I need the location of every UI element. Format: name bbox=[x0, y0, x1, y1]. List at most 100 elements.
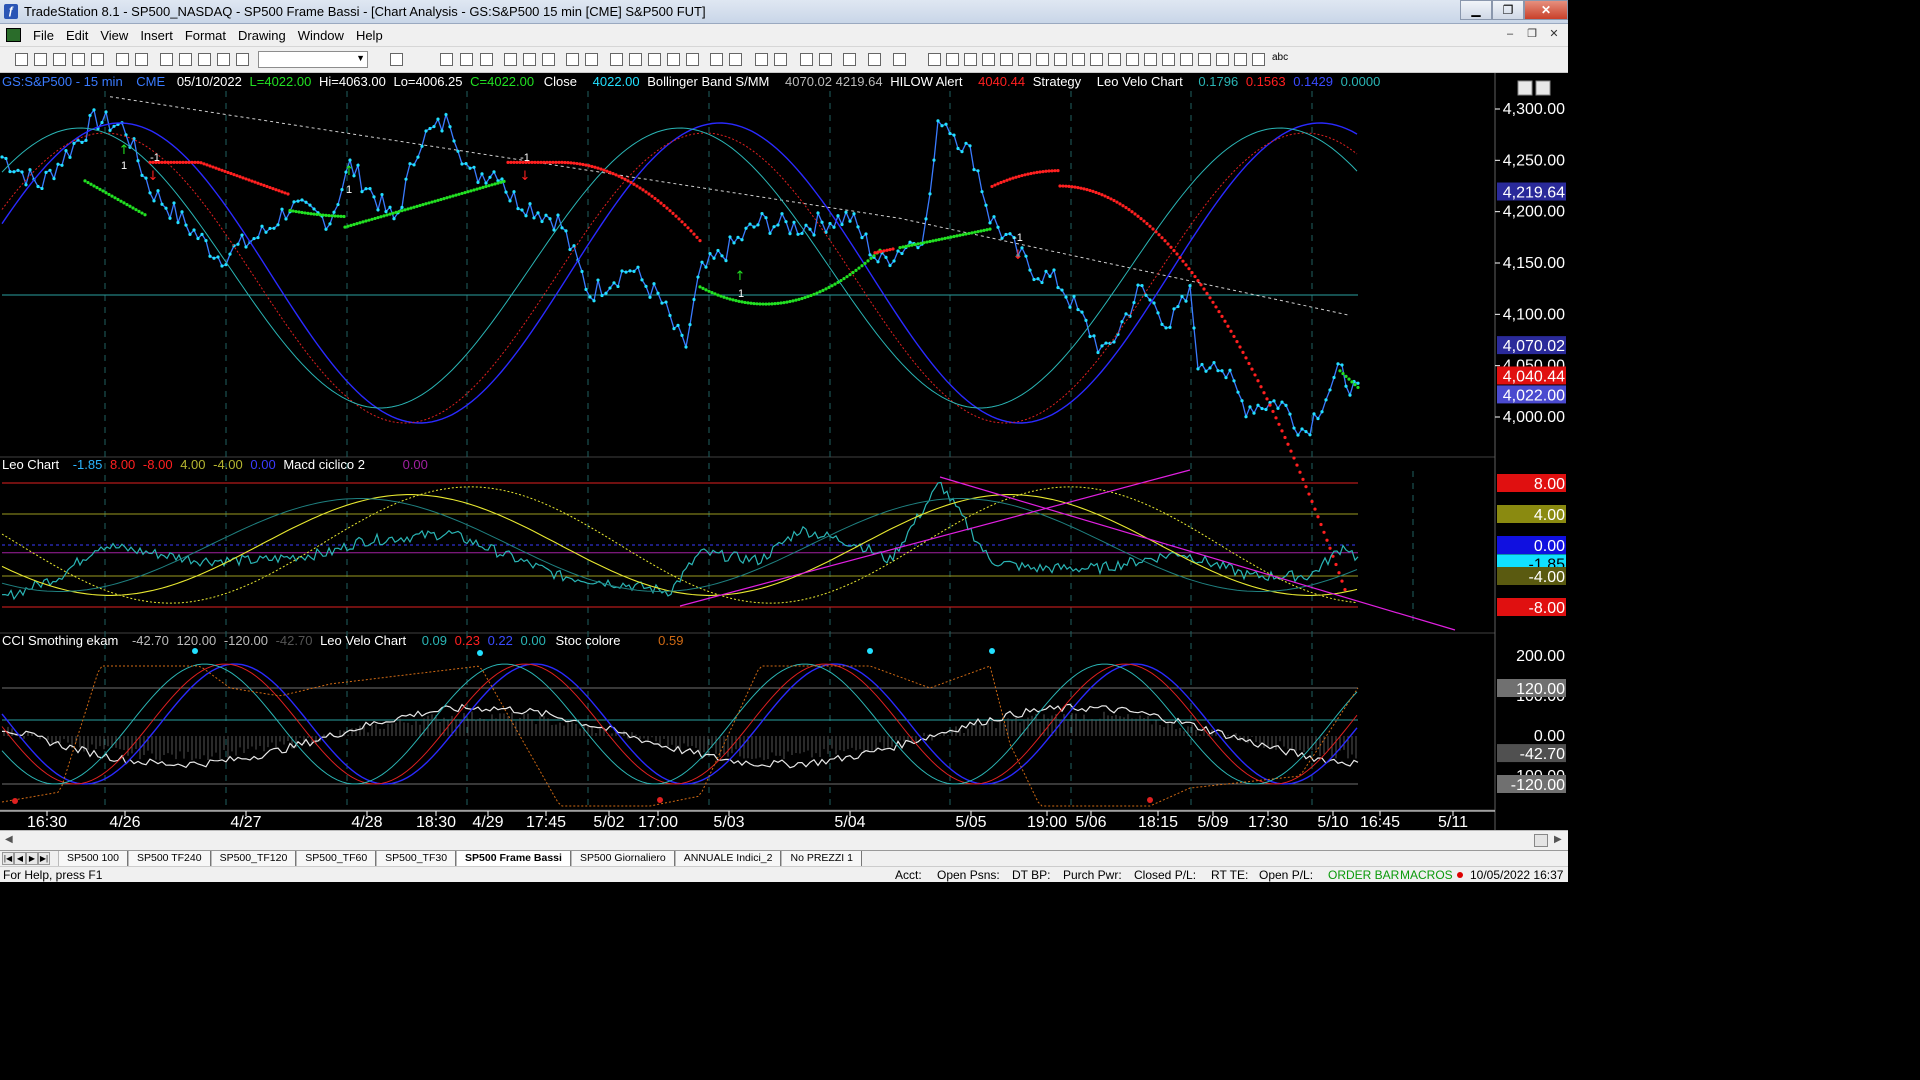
print-preview-icon[interactable] bbox=[135, 53, 148, 66]
chart-analysis-icon[interactable] bbox=[440, 53, 453, 66]
tracking-icon[interactable] bbox=[686, 53, 699, 66]
speed-lines-icon[interactable] bbox=[1018, 53, 1031, 66]
minimize-button[interactable]: ▁ bbox=[1460, 0, 1492, 20]
menu-view[interactable]: View bbox=[94, 27, 134, 44]
macros-icon[interactable] bbox=[236, 53, 249, 66]
chart-scrollbar[interactable]: ◀ ▶ bbox=[0, 830, 1568, 850]
order-bar-button[interactable]: ORDER BAR bbox=[1328, 868, 1399, 882]
symbol-combo[interactable]: ▼ bbox=[258, 51, 368, 68]
menu-edit[interactable]: Edit bbox=[60, 27, 94, 44]
zoom-out-icon[interactable] bbox=[774, 53, 787, 66]
scroll-left-icon[interactable] bbox=[710, 53, 723, 66]
chart-analysis-window[interactable]: ↑ ↑ ↑ ↓ ↓ ↓ 1 1 1 -1 -1 -1 4,300.00 4,250.00 4,200.00 4… bbox=[0, 73, 1568, 830]
insert-strategy-icon[interactable] bbox=[629, 53, 642, 66]
fib-arcs-icon[interactable] bbox=[1126, 53, 1139, 66]
bar-type-icon[interactable] bbox=[648, 53, 661, 66]
text-tool-label[interactable]: abc bbox=[1272, 52, 1288, 63]
menu-file[interactable]: File bbox=[27, 27, 60, 44]
copy-icon[interactable] bbox=[72, 53, 85, 66]
tab-sp500-tf60[interactable]: SP500_TF60 bbox=[296, 851, 377, 866]
chart-canvas[interactable]: ↑ ↑ ↑ ↓ ↓ ↓ 1 1 1 -1 -1 -1 4,300.00 4,250.00 4,200.00 4… bbox=[0, 73, 1568, 830]
andrews-pitchfork-icon[interactable] bbox=[1036, 53, 1049, 66]
horizontal-line-icon[interactable] bbox=[964, 53, 977, 66]
new-icon[interactable] bbox=[15, 53, 28, 66]
save-icon[interactable] bbox=[91, 53, 104, 66]
tradestation-app-icon[interactable]: ƒ bbox=[4, 4, 18, 19]
arrow-up-icon[interactable] bbox=[1216, 53, 1229, 66]
macros-button[interactable]: MACROS bbox=[1400, 868, 1453, 882]
vertical-lines-icon[interactable] bbox=[946, 53, 959, 66]
channel-icon[interactable] bbox=[1090, 53, 1103, 66]
tab-no-prezzi-1[interactable]: No PREZZI 1 bbox=[781, 851, 862, 866]
chart-window-icon[interactable] bbox=[6, 28, 21, 42]
rectangle-icon[interactable] bbox=[1252, 53, 1265, 66]
ellipse-icon[interactable] bbox=[1234, 53, 1247, 66]
data-window-icon[interactable] bbox=[667, 53, 680, 66]
window-tile-icon[interactable] bbox=[160, 53, 173, 66]
tab-next-icon[interactable]: ▶ bbox=[26, 852, 38, 865]
crosshair-icon[interactable] bbox=[819, 53, 832, 66]
mdi-restore-button[interactable]: ❐ bbox=[1524, 27, 1540, 42]
hilow-dot bbox=[737, 299, 741, 303]
price-dot bbox=[1312, 412, 1316, 416]
fib-fan-icon[interactable] bbox=[1144, 53, 1157, 66]
matrix-icon[interactable] bbox=[480, 53, 493, 66]
link-icon[interactable] bbox=[585, 53, 598, 66]
regression-icon[interactable] bbox=[1054, 53, 1067, 66]
symbol-lookup-icon[interactable] bbox=[390, 53, 403, 66]
zoom-in-icon[interactable] bbox=[755, 53, 768, 66]
tab-sp500-tf240[interactable]: SP500 TF240 bbox=[127, 851, 211, 866]
fibonacci-icon[interactable] bbox=[982, 53, 995, 66]
tab-sp500-frame-bassi[interactable]: SP500 Frame Bassi bbox=[456, 851, 571, 866]
trendline-icon[interactable] bbox=[928, 53, 941, 66]
tab-first-icon[interactable]: |◀ bbox=[2, 852, 14, 865]
price-dot bbox=[200, 232, 204, 236]
tab-sp500-tf120[interactable]: SP500_TF120 bbox=[210, 851, 297, 866]
insert-analysis-icon[interactable] bbox=[610, 53, 623, 66]
cycle-lines-icon[interactable] bbox=[1072, 53, 1085, 66]
radarscreen-icon[interactable] bbox=[460, 53, 473, 66]
tab-sp500-giornaliero[interactable]: SP500 Giornaliero bbox=[570, 851, 675, 866]
maximize-button[interactable]: ❐ bbox=[1492, 0, 1524, 20]
quadrant-icon[interactable] bbox=[1162, 53, 1175, 66]
price-dot bbox=[1344, 384, 1348, 388]
indicator-icon[interactable] bbox=[542, 53, 555, 66]
format-icon[interactable] bbox=[217, 53, 230, 66]
freehand-icon[interactable] bbox=[1180, 53, 1193, 66]
scroll-right-arrow-icon[interactable]: ▶ bbox=[1554, 834, 1562, 845]
scroll-left-arrow-icon[interactable]: ◀ bbox=[5, 834, 13, 845]
hilow-dot bbox=[1208, 296, 1212, 300]
gann-fan-icon[interactable] bbox=[1000, 53, 1013, 66]
scanner-icon[interactable] bbox=[504, 53, 517, 66]
close-button[interactable]: ✕ bbox=[1524, 0, 1568, 20]
menu-format[interactable]: Format bbox=[179, 27, 232, 44]
window-arrange-icon[interactable] bbox=[198, 53, 211, 66]
refresh-icon[interactable] bbox=[566, 53, 579, 66]
tools-icon[interactable] bbox=[843, 53, 856, 66]
tab-sp500-100[interactable]: SP500 100 bbox=[58, 851, 128, 866]
mdi-close-button[interactable]: ✕ bbox=[1546, 27, 1562, 42]
window-cascade-icon[interactable] bbox=[179, 53, 192, 66]
time-axis-label: 5/06 bbox=[1075, 814, 1106, 830]
tab-sp500-tf30[interactable]: SP500_TF30 bbox=[376, 851, 457, 866]
tab-annuale-indici-2[interactable]: ANNUALE Indici_2 bbox=[674, 851, 782, 866]
alert-icon[interactable] bbox=[893, 53, 906, 66]
scroll-thumb[interactable] bbox=[1534, 834, 1548, 847]
price-dot bbox=[776, 223, 780, 227]
time-zones-icon[interactable] bbox=[1108, 53, 1121, 66]
open-icon[interactable] bbox=[34, 53, 47, 66]
order-entry-icon[interactable] bbox=[868, 53, 881, 66]
menu-drawing[interactable]: Drawing bbox=[232, 27, 292, 44]
tab-prev-icon[interactable]: ◀ bbox=[14, 852, 26, 865]
menu-window[interactable]: Window bbox=[292, 27, 350, 44]
menu-insert[interactable]: Insert bbox=[134, 27, 179, 44]
open-workspace-icon[interactable] bbox=[53, 53, 66, 66]
pointer-icon[interactable] bbox=[800, 53, 813, 66]
tab-last-icon[interactable]: ▶| bbox=[38, 852, 50, 865]
menu-help[interactable]: Help bbox=[350, 27, 389, 44]
strategy-icon[interactable] bbox=[523, 53, 536, 66]
arrow-down-icon[interactable] bbox=[1198, 53, 1211, 66]
scroll-right-icon[interactable] bbox=[729, 53, 742, 66]
print-icon[interactable] bbox=[116, 53, 129, 66]
mdi-minimize-button[interactable]: – bbox=[1502, 27, 1518, 42]
